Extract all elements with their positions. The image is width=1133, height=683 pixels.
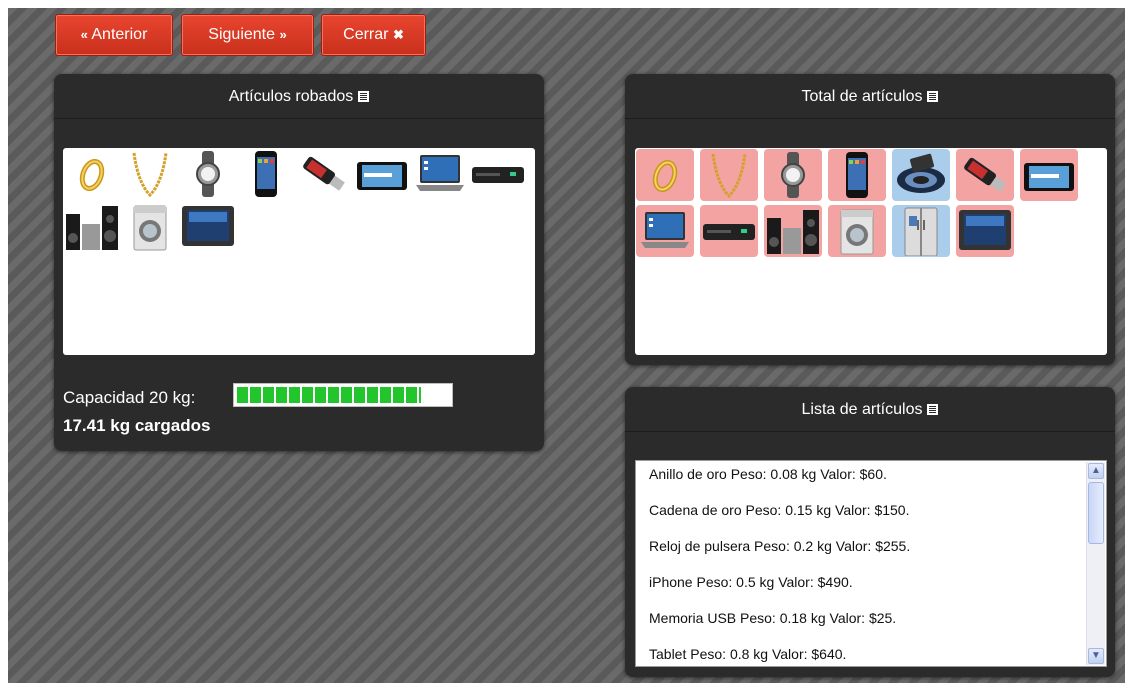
- list-item[interactable]: Memoria USB Peso: 0.18 kg Valor: $25.: [649, 610, 896, 626]
- list-item[interactable]: Cadena de oro Peso: 0.15 kg Valor: $150.: [649, 502, 909, 518]
- iphone-icon[interactable]: [238, 149, 294, 199]
- tv-icon: [959, 210, 1011, 250]
- item-tile-laptop[interactable]: [636, 205, 694, 257]
- stolen-items-header: Artículos robados: [54, 74, 544, 119]
- estereo-icon[interactable]: [64, 202, 120, 252]
- next-button[interactable]: Siguiente »: [181, 14, 314, 56]
- anillo-icon: [652, 159, 678, 193]
- iphone-icon: [846, 152, 868, 198]
- tablet-icon: [1024, 163, 1074, 191]
- list-icon: [927, 91, 939, 102]
- item-tile-cadena[interactable]: [700, 149, 758, 201]
- close-icon: ✖: [392, 27, 404, 42]
- usb-icon: [964, 157, 1006, 192]
- scroll-up-icon[interactable]: ▲: [1088, 463, 1104, 479]
- close-label: Cerrar: [343, 26, 389, 43]
- item-tile-estereo[interactable]: [764, 205, 822, 257]
- list-item[interactable]: Anillo de oro Peso: 0.08 kg Valor: $60.: [649, 466, 887, 482]
- reloj-icon[interactable]: [180, 149, 236, 199]
- next-label: Siguiente: [208, 26, 276, 43]
- list-icon: [358, 91, 370, 102]
- item-tile-iphone[interactable]: [828, 149, 886, 201]
- capacity-label: Capacidad 20 kg:: [63, 388, 196, 407]
- tablet-icon[interactable]: [354, 149, 410, 199]
- lavadora-icon[interactable]: [122, 202, 178, 252]
- double-right-arrow-icon: »: [279, 27, 287, 42]
- cadena-icon[interactable]: [122, 149, 178, 199]
- list-item[interactable]: Tablet Peso: 0.8 kg Valor: $640.: [649, 646, 846, 662]
- lavadora-icon: [840, 209, 874, 255]
- item-tile-refrigerador[interactable]: [892, 205, 950, 257]
- item-tile-anillo[interactable]: [636, 149, 694, 201]
- item-tile-dvd[interactable]: [700, 205, 758, 257]
- stolen-items-title: Artículos robados: [228, 88, 354, 105]
- item-list[interactable]: Anillo de oro Peso: 0.08 kg Valor: $60. …: [635, 460, 1107, 667]
- item-tile-tablet[interactable]: [1020, 149, 1078, 201]
- item-tile-tv[interactable]: [956, 205, 1014, 257]
- previous-label: Anterior: [91, 26, 148, 43]
- capacity-bar-fill: [237, 387, 421, 403]
- refrigerador-icon: [904, 207, 938, 256]
- estereo-icon: [767, 210, 819, 254]
- stolen-items-area: [63, 148, 535, 355]
- list-item[interactable]: iPhone Peso: 0.5 kg Valor: $490.: [649, 574, 853, 590]
- reloj-icon: [781, 152, 805, 198]
- item-tile-reloj[interactable]: [764, 149, 822, 201]
- capacity-bar: [233, 383, 453, 407]
- close-button[interactable]: Cerrar ✖: [321, 14, 426, 56]
- scroll-thumb[interactable]: [1088, 482, 1104, 544]
- double-left-arrow-icon: «: [80, 27, 88, 42]
- list-item[interactable]: Reloj de pulsera Peso: 0.2 kg Valor: $25…: [649, 538, 910, 554]
- total-items-title: Total de artículos: [801, 88, 923, 105]
- loaded-weight: 17.41 kg cargados: [63, 416, 211, 435]
- cadena-icon: [711, 153, 747, 199]
- list-icon: [927, 404, 939, 415]
- list-scrollbar[interactable]: ▲ ▼: [1086, 462, 1105, 665]
- camara-icon: [897, 153, 945, 193]
- total-items-header: Total de artículos: [625, 74, 1115, 119]
- tv-icon[interactable]: [180, 202, 236, 252]
- item-tile-lavadora[interactable]: [828, 205, 886, 257]
- item-tile-camara[interactable]: [892, 149, 950, 201]
- anillo-icon[interactable]: [64, 149, 120, 199]
- dvd-icon[interactable]: [470, 149, 526, 199]
- scroll-down-icon[interactable]: ▼: [1088, 648, 1104, 664]
- dvd-icon: [703, 224, 755, 240]
- item-tile-usb[interactable]: [956, 149, 1014, 201]
- total-items-area: [635, 148, 1107, 355]
- item-list-title: Lista de artículos: [801, 401, 923, 418]
- usb-icon[interactable]: [296, 149, 352, 199]
- previous-button[interactable]: « Anterior: [55, 14, 173, 56]
- laptop-icon: [641, 212, 689, 248]
- laptop-icon[interactable]: [412, 149, 468, 199]
- item-list-header: Lista de artículos: [625, 387, 1115, 432]
